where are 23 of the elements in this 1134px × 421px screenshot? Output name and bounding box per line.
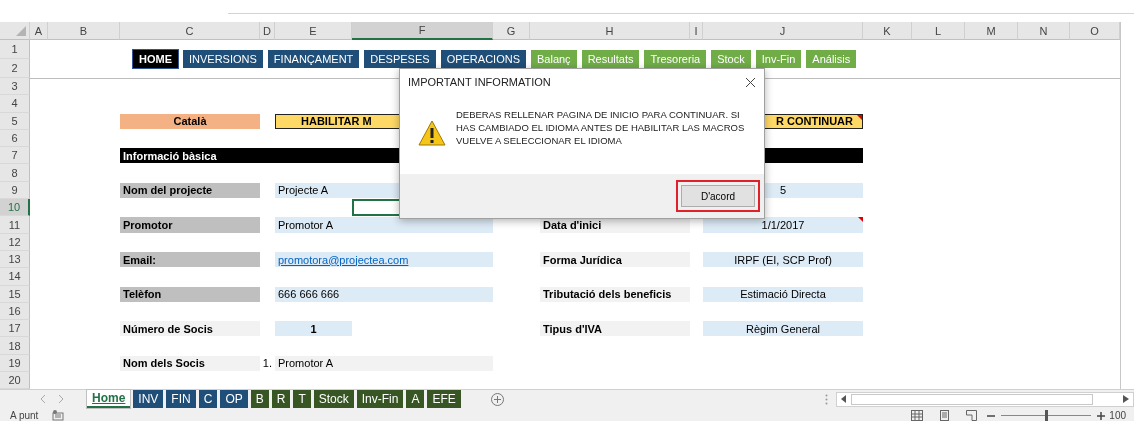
banner-text: HABILITAR M: [301, 115, 372, 128]
field-label: Tipus d'IVA: [540, 321, 690, 337]
list-number: 1.: [261, 356, 273, 372]
value-cell: Promotor A: [275, 217, 493, 233]
value-cell: Promotor A: [275, 355, 493, 372]
field-label: Número de Socis: [120, 321, 260, 337]
value-cell: IRPF (EI, SCP Prof): [703, 251, 863, 268]
value-cell: Estimació Directa: [703, 286, 863, 302]
value-cell: Règim General: [703, 321, 863, 337]
value-cell: 1/1/2017: [703, 217, 863, 233]
value-cell: 1: [275, 321, 352, 337]
status-text: A punt: [10, 410, 39, 421]
value-cell: 666 666 666: [275, 286, 493, 302]
field-label: Tributació dels beneficis: [540, 286, 690, 302]
field-label: Email:: [120, 251, 260, 268]
dialog-message: DEBERAS RELLENAR PAGINA DE INICIO PARA CONTINUAR. SI HAS CAMBIADO EL IDIOMA ANTES DE HABILITAR LAS MACROS VUELVE A SELECCIONAR EL IDIOMA: [456, 108, 746, 147]
dialog-title: IMPORTANT INFORMATION: [408, 76, 552, 88]
field-label: Promotor: [120, 217, 260, 233]
field-label: Forma Jurídica: [540, 251, 690, 268]
field-label: Nom dels Socis: [120, 355, 260, 372]
field-label: Nom del projecte: [120, 182, 260, 199]
field-label: Telèfon: [120, 286, 260, 302]
banner-text: R CONTINUAR: [776, 115, 853, 128]
